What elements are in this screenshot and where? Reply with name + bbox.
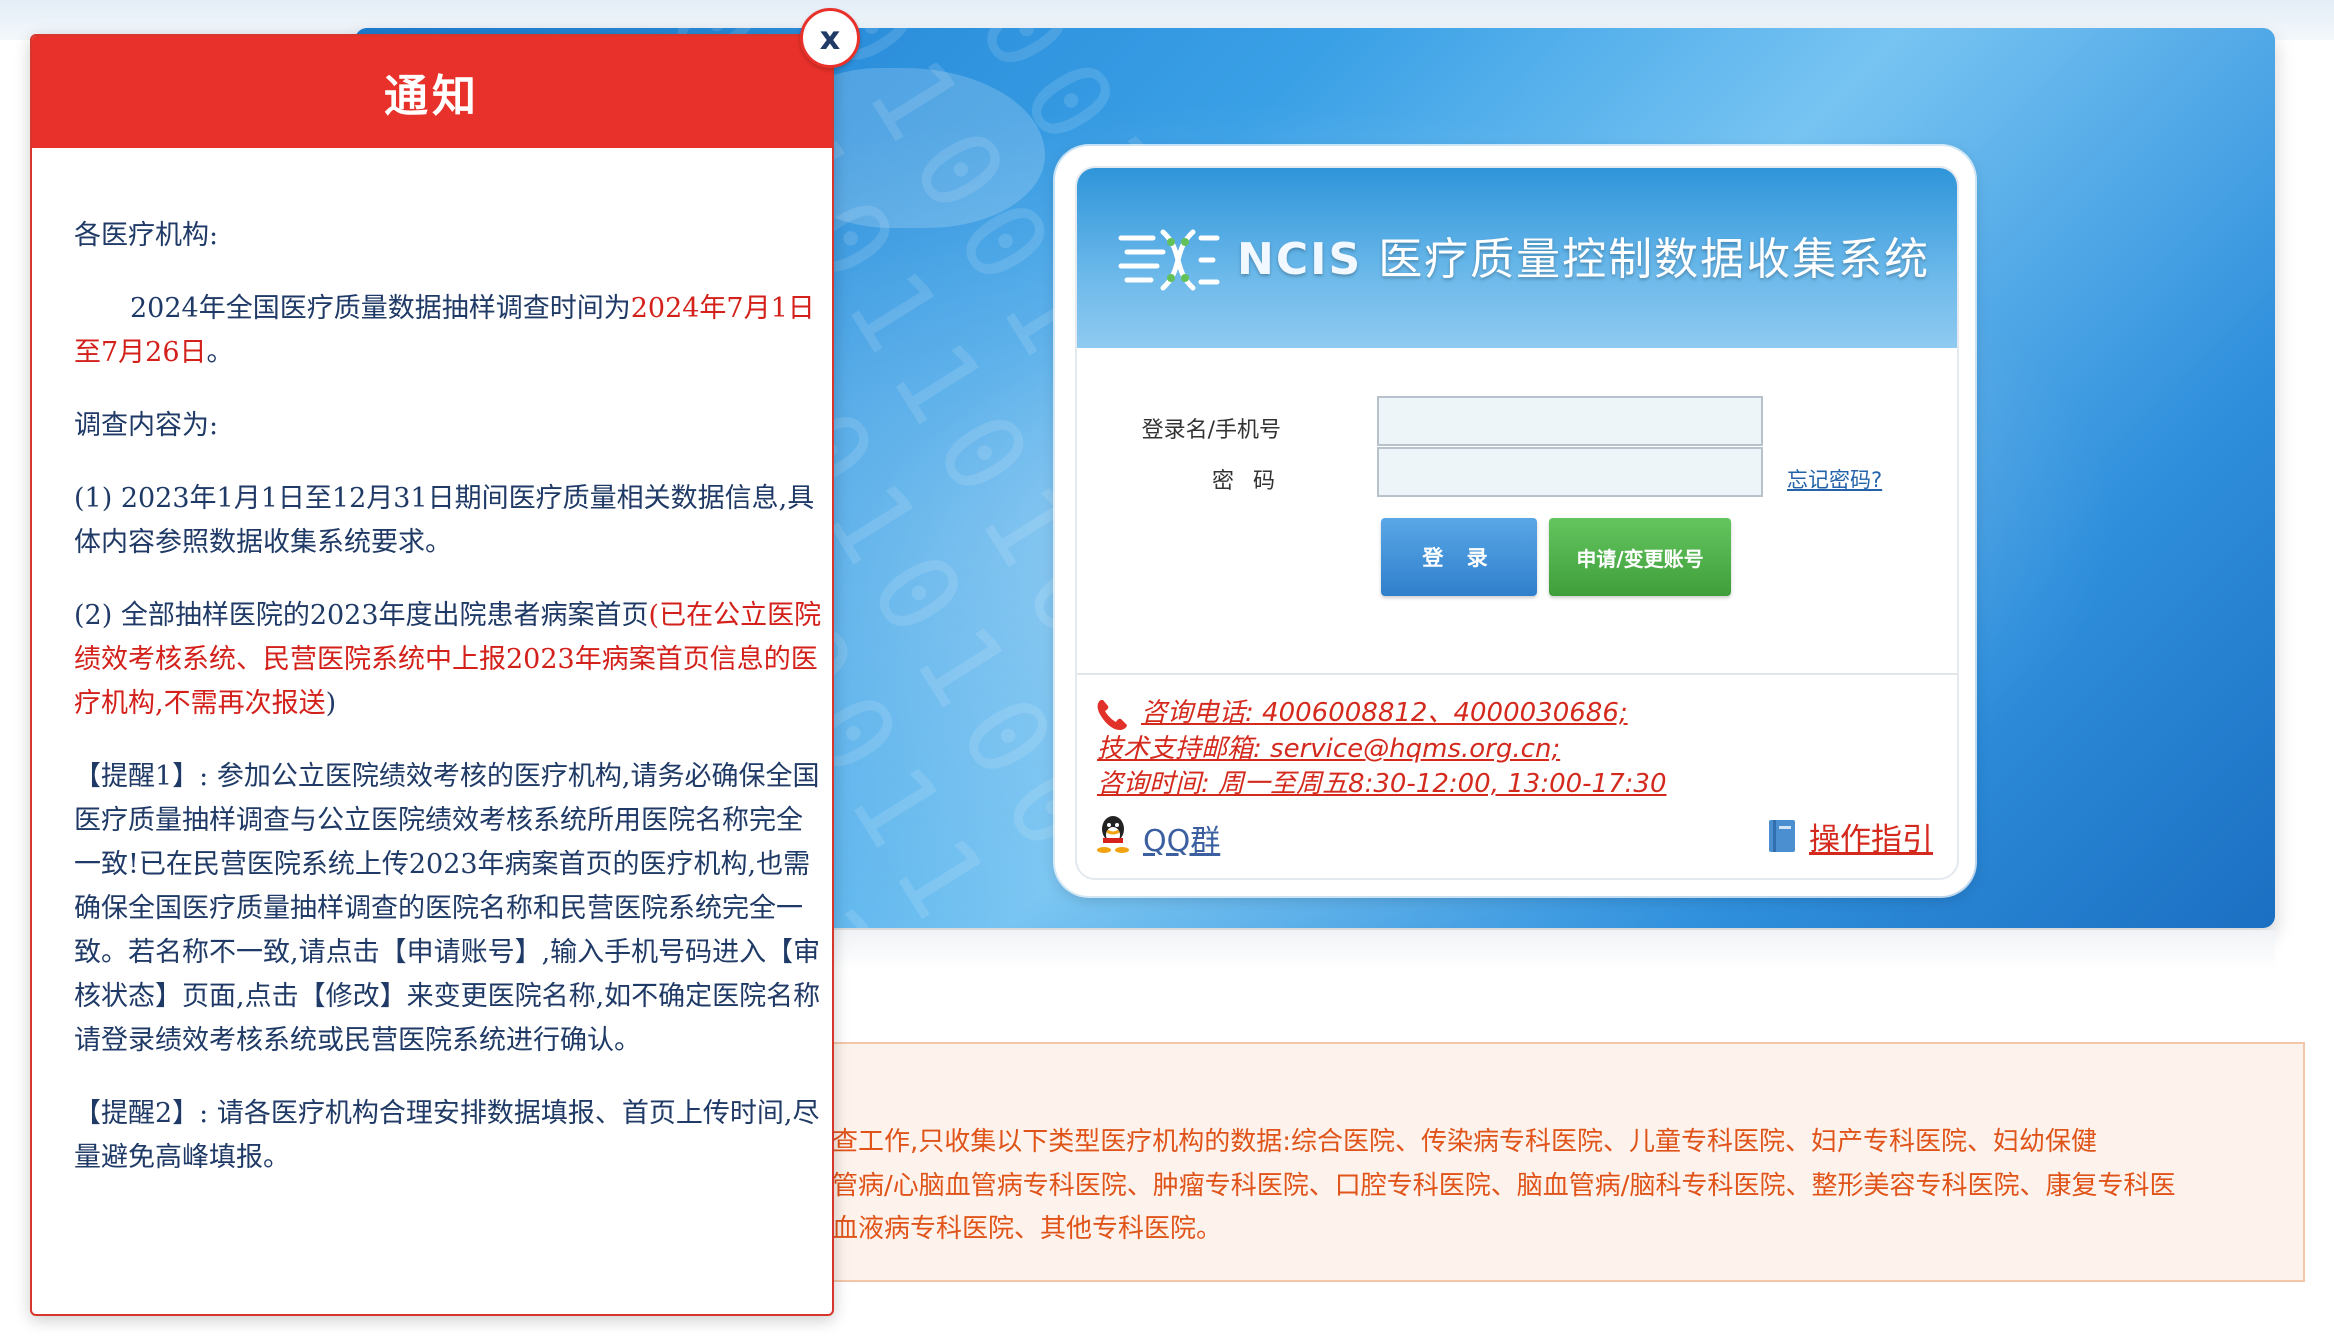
- reminder-1: 【提醒1】: 参加公立医院绩效考核的医疗机构,请务必确保全国医疗质量抽样调查与公…: [74, 761, 821, 1056]
- popup-greeting: 各医疗机构:: [74, 220, 219, 251]
- content-heading: 调查内容为:: [74, 410, 219, 441]
- divider: [1077, 673, 1957, 675]
- popup-schedule: 2024年全国医疗质量数据抽样调查时间为2024年7月1日至7月26日。: [74, 287, 822, 375]
- popup-title: 通知: [32, 36, 832, 148]
- schedule-suffix: 。: [206, 337, 234, 368]
- contact-hours[interactable]: 咨询时间: 周一至周五8:30-12:00, 13:00-17:30: [1097, 763, 1667, 800]
- username-input[interactable]: [1377, 396, 1763, 446]
- password-label: 密 码: [1212, 469, 1281, 494]
- item2-prefix: (2) 全部抽样医院的2023年度出院患者病案首页: [74, 600, 649, 631]
- apply-account-button[interactable]: 申请/变更账号: [1549, 518, 1731, 596]
- brand-prefix: NCIS: [1237, 234, 1363, 285]
- notice-line-2: 管病/心脑血管病专科医院、肿瘤专科医院、口腔专科医院、脑血管病/脑科专科医院、整…: [832, 1171, 2176, 1201]
- contact-email[interactable]: 技术支持邮箱: service@hqms.org.cn;: [1097, 728, 1560, 765]
- brand-title: 医疗质量控制数据收集系统: [1378, 234, 1931, 285]
- login-header: NCIS 医疗质量控制数据收集系统: [1077, 168, 1957, 348]
- login-panel: NCIS 医疗质量控制数据收集系统 登录名/手机号 密 码 忘记密码? 登 录 …: [1075, 166, 1959, 880]
- item2-suffix: ): [325, 688, 337, 719]
- contact-phone[interactable]: 咨询电话: 4006008812、4000030686;: [1141, 692, 1628, 729]
- popup-body: 各医疗机构: 2024年全国医疗质量数据抽样调查时间为2024年7月1日至7月2…: [74, 214, 822, 1209]
- book-icon: [1769, 820, 1795, 852]
- notice-box: 查工作,只收集以下类型医疗机构的数据:综合医院、传染病专科医院、儿童专科医院、妇…: [640, 1042, 2305, 1282]
- content-item-2: (2) 全部抽样医院的2023年度出院患者病案首页(已在公立医院绩效考核系统、民…: [74, 594, 822, 726]
- schedule-prefix: 2024年全国医疗质量数据抽样调查时间为: [130, 293, 631, 324]
- close-popup-button[interactable]: x: [800, 8, 860, 68]
- qq-icon: [1097, 816, 1129, 853]
- guide-link[interactable]: 操作指引: [1809, 814, 1933, 859]
- content-item-1: (1) 2023年1月1日至12月31日期间医疗质量相关数据信息,具体内容参照数…: [74, 483, 815, 558]
- login-card: NCIS 医疗质量控制数据收集系统 登录名/手机号 密 码 忘记密码? 登 录 …: [1055, 146, 1975, 896]
- forgot-password-link[interactable]: 忘记密码?: [1787, 464, 1882, 494]
- notice-line-1: 查工作,只收集以下类型医疗机构的数据:综合医院、传染病专科医院、儿童专科医院、妇…: [832, 1127, 2098, 1157]
- login-button[interactable]: 登 录: [1381, 518, 1537, 596]
- qq-group-link[interactable]: QQ群: [1143, 816, 1220, 860]
- notice-line-3: 血液病专科医院、其他专科医院。: [832, 1214, 1223, 1244]
- notice-popup: 通知 各医疗机构: 2024年全国医疗质量数据抽样调查时间为2024年7月1日至…: [30, 34, 834, 1316]
- system-title: NCIS 医疗质量控制数据收集系统: [1237, 230, 1930, 290]
- password-input[interactable]: [1377, 447, 1763, 497]
- username-label: 登录名/手机号: [1141, 418, 1281, 443]
- ncis-logo-icon: [1118, 229, 1220, 291]
- reminder-2: 【提醒2】: 请各医疗机构合理安排数据填报、首页上传时间,尽量避免高峰填报。: [74, 1098, 820, 1173]
